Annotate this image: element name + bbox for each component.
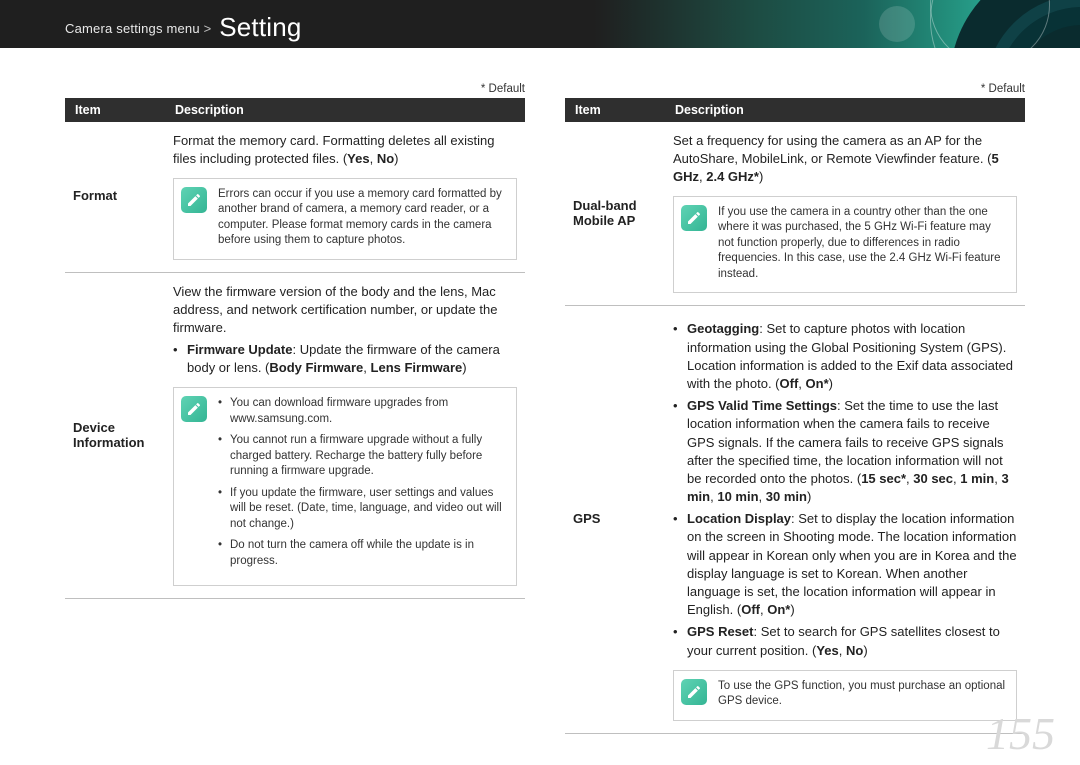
info-item: Do not turn the camera off while the upd… (218, 538, 506, 569)
col-header-item: Item (65, 98, 165, 122)
table-row: Device InformationView the firmware vers… (65, 272, 525, 598)
breadcrumb-sep: > (204, 21, 212, 36)
item-description: Geotagging: Set to capture photos with l… (665, 306, 1025, 733)
item-description: View the firmware version of the body an… (165, 272, 525, 598)
info-body: To use the GPS function, you must purcha… (714, 671, 1016, 720)
default-note: * Default (65, 83, 525, 95)
info-text: Errors can occur if you use a memory car… (218, 188, 502, 247)
col-header-description: Description (665, 98, 1025, 122)
info-text: To use the GPS function, you must purcha… (718, 680, 1005, 708)
note-icon (674, 197, 714, 293)
col-header-item: Item (565, 98, 665, 122)
bullet-item: Firmware Update: Update the firmware of … (173, 341, 517, 377)
info-body: You can download firmware upgrades from … (214, 388, 516, 585)
ring-decoration (879, 6, 915, 42)
breadcrumb: Camera settings menu > Setting (65, 9, 302, 40)
desc-bullets: Geotagging: Set to capture photos with l… (673, 320, 1017, 659)
table-row: FormatFormat the memory card. Formatting… (65, 122, 525, 272)
page-title: Setting (219, 12, 301, 42)
note-icon (674, 671, 714, 720)
settings-table-right: Item Description Dual-band Mobile APSet … (565, 98, 1025, 734)
bullet-item: GPS Reset: Set to search for GPS satelli… (673, 623, 1017, 659)
desc-text: Format the memory card. Formatting delet… (173, 132, 517, 168)
info-box: You can download firmware upgrades from … (173, 387, 517, 586)
info-box: To use the GPS function, you must purcha… (673, 670, 1017, 721)
info-item: You cannot run a firmware upgrade withou… (218, 433, 506, 480)
info-body: If you use the camera in a country other… (714, 197, 1016, 293)
left-tbody: FormatFormat the memory card. Formatting… (65, 122, 525, 599)
page-number: 155 (986, 707, 1055, 760)
page-content: * Default Item Description FormatFormat … (0, 48, 1080, 734)
info-box: If you use the camera in a country other… (673, 196, 1017, 294)
default-note: * Default (565, 83, 1025, 95)
item-label: Device Information (65, 272, 165, 598)
right-column: * Default Item Description Dual-band Mob… (565, 83, 1025, 734)
table-row: GPSGeotagging: Set to capture photos wit… (565, 306, 1025, 733)
note-icon (174, 388, 214, 585)
bullet-item: Location Display: Set to display the loc… (673, 510, 1017, 619)
left-column: * Default Item Description FormatFormat … (65, 83, 525, 734)
info-text: If you use the camera in a country other… (718, 206, 1001, 280)
item-label: GPS (565, 306, 665, 733)
desc-bullets: Firmware Update: Update the firmware of … (173, 341, 517, 377)
breadcrumb-text: Camera settings menu (65, 21, 200, 36)
info-body: Errors can occur if you use a memory car… (214, 179, 516, 259)
item-label: Dual-band Mobile AP (565, 122, 665, 306)
item-label: Format (65, 122, 165, 272)
settings-table-left: Item Description FormatFormat the memory… (65, 98, 525, 599)
info-box: Errors can occur if you use a memory car… (173, 178, 517, 260)
info-list: You can download firmware upgrades from … (218, 396, 506, 569)
item-description: Set a frequency for using the camera as … (665, 122, 1025, 306)
info-item: If you update the firmware, user setting… (218, 486, 506, 533)
desc-text: Set a frequency for using the camera as … (673, 132, 1017, 186)
ring-decoration (930, 0, 1050, 48)
item-description: Format the memory card. Formatting delet… (165, 122, 525, 272)
col-header-description: Description (165, 98, 525, 122)
note-icon (174, 179, 214, 259)
page-header: Camera settings menu > Setting (0, 0, 1080, 48)
right-tbody: Dual-band Mobile APSet a frequency for u… (565, 122, 1025, 733)
bullet-item: Geotagging: Set to capture photos with l… (673, 320, 1017, 393)
bullet-item: GPS Valid Time Settings: Set the time to… (673, 397, 1017, 506)
table-row: Dual-band Mobile APSet a frequency for u… (565, 122, 1025, 306)
info-item: You can download firmware upgrades from … (218, 396, 506, 427)
desc-text: View the firmware version of the body an… (173, 283, 517, 337)
